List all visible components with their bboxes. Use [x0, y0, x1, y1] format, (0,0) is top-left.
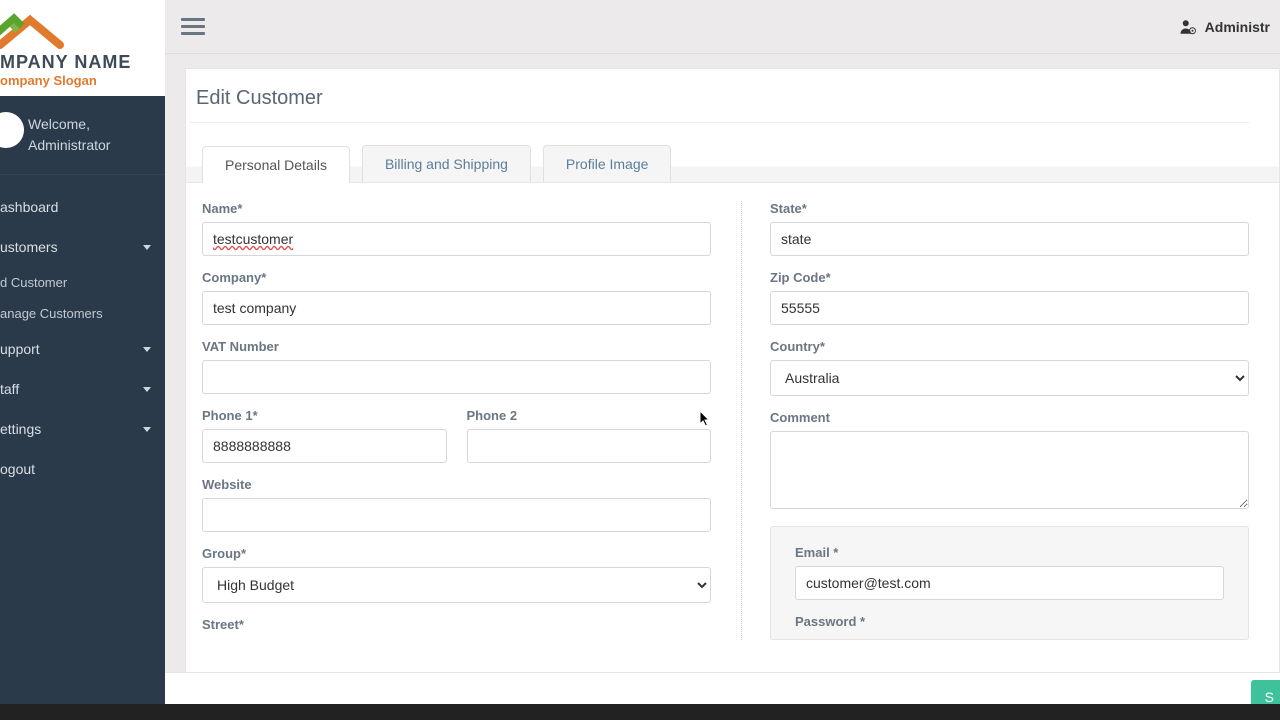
tab-billing-shipping[interactable]: Billing and Shipping [362, 145, 531, 182]
form-right-column: State* Zip Code* Country* Australia [742, 201, 1279, 640]
label-group: Group* [202, 546, 711, 561]
sidebar-item-label: ogout [0, 461, 35, 477]
zip-field[interactable] [770, 291, 1249, 325]
logo-block: MPANY NAME ompany Slogan [0, 0, 165, 96]
phone2-field[interactable] [467, 429, 712, 463]
sidebar-subitem-manage-customers[interactable]: anage Customers [0, 298, 165, 329]
tabs: Personal Details Billing and Shipping Pr… [186, 123, 1279, 183]
welcome-block: Welcome, Administrator [0, 96, 165, 175]
sidebar-nav: ashboard ustomers d Customer anage Custo… [0, 175, 165, 489]
label-state: State* [770, 201, 1249, 216]
credentials-box: Email * Password * [770, 526, 1249, 640]
chevron-down-icon [143, 347, 151, 352]
avatar [0, 112, 24, 148]
logo-slogan: ompany Slogan [0, 73, 157, 88]
label-vat: VAT Number [202, 339, 711, 354]
sidebar-item-label: d Customer [0, 275, 67, 290]
content-card: Edit Customer Personal Details Billing a… [185, 68, 1280, 720]
sidebar-item-logout[interactable]: ogout [0, 449, 165, 489]
comment-field[interactable] [770, 431, 1249, 509]
sidebar-item-label: ashboard [0, 199, 58, 215]
label-website: Website [202, 477, 711, 492]
label-phone2: Phone 2 [467, 408, 712, 423]
label-country: Country* [770, 339, 1249, 354]
sidebar-item-label: upport [0, 341, 40, 357]
label-email: Email * [795, 545, 1224, 560]
hamburger-icon[interactable] [181, 14, 205, 39]
vat-field[interactable] [202, 360, 711, 394]
name-field[interactable]: testcustomer [202, 222, 711, 256]
name-value: testcustomer [213, 231, 293, 247]
label-name: Name* [202, 201, 711, 216]
logo-icon [0, 10, 157, 50]
cursor-icon [699, 410, 711, 428]
state-field[interactable] [770, 222, 1249, 256]
sidebar-item-customers[interactable]: ustomers [0, 227, 165, 267]
sidebar-item-support[interactable]: upport [0, 329, 165, 369]
logo-company-name: MPANY NAME [0, 52, 157, 73]
page-title: Edit Customer [190, 87, 1249, 123]
group-select[interactable]: High Budget [202, 567, 711, 603]
sidebar-item-label: ettings [0, 421, 41, 437]
country-select[interactable]: Australia [770, 360, 1249, 396]
welcome-greeting: Welcome, [28, 114, 155, 135]
email-field[interactable] [795, 566, 1224, 600]
topbar-user[interactable]: Administr [1179, 18, 1270, 36]
sidebar-item-label: anage Customers [0, 306, 103, 321]
sidebar-subitem-add-customer[interactable]: d Customer [0, 267, 165, 298]
chevron-down-icon [143, 427, 151, 432]
sidebar-item-label: taff [0, 381, 19, 397]
form-area: Name* testcustomer Company* VAT Number [186, 183, 1279, 640]
tab-personal-details[interactable]: Personal Details [202, 146, 350, 183]
form-left-column: Name* testcustomer Company* VAT Number [202, 201, 742, 640]
welcome-username: Administrator [28, 135, 155, 156]
tab-profile-image[interactable]: Profile Image [543, 145, 671, 182]
sidebar-item-dashboard[interactable]: ashboard [0, 187, 165, 227]
sidebar-item-settings[interactable]: ettings [0, 409, 165, 449]
label-zip: Zip Code* [770, 270, 1249, 285]
sidebar: MPANY NAME ompany Slogan Welcome, Admini… [0, 0, 165, 720]
phone1-field[interactable] [202, 429, 447, 463]
sidebar-item-staff[interactable]: taff [0, 369, 165, 409]
website-field[interactable] [202, 498, 711, 532]
app-root: MPANY NAME ompany Slogan Welcome, Admini… [0, 0, 1280, 720]
company-field[interactable] [202, 291, 711, 325]
sidebar-item-label: ustomers [0, 239, 58, 255]
chevron-down-icon [143, 245, 151, 250]
label-password: Password * [795, 614, 1224, 629]
label-street: Street* [202, 617, 711, 632]
topbar: Administr [165, 0, 1280, 54]
topbar-username: Administr [1205, 19, 1270, 35]
bottom-strip [0, 704, 1280, 720]
label-comment: Comment [770, 410, 1249, 425]
label-company: Company* [202, 270, 711, 285]
main-area: Administr Edit Customer Personal Details… [165, 0, 1280, 720]
chevron-down-icon [143, 387, 151, 392]
user-gear-icon [1179, 18, 1197, 36]
label-phone1: Phone 1* [202, 408, 447, 423]
